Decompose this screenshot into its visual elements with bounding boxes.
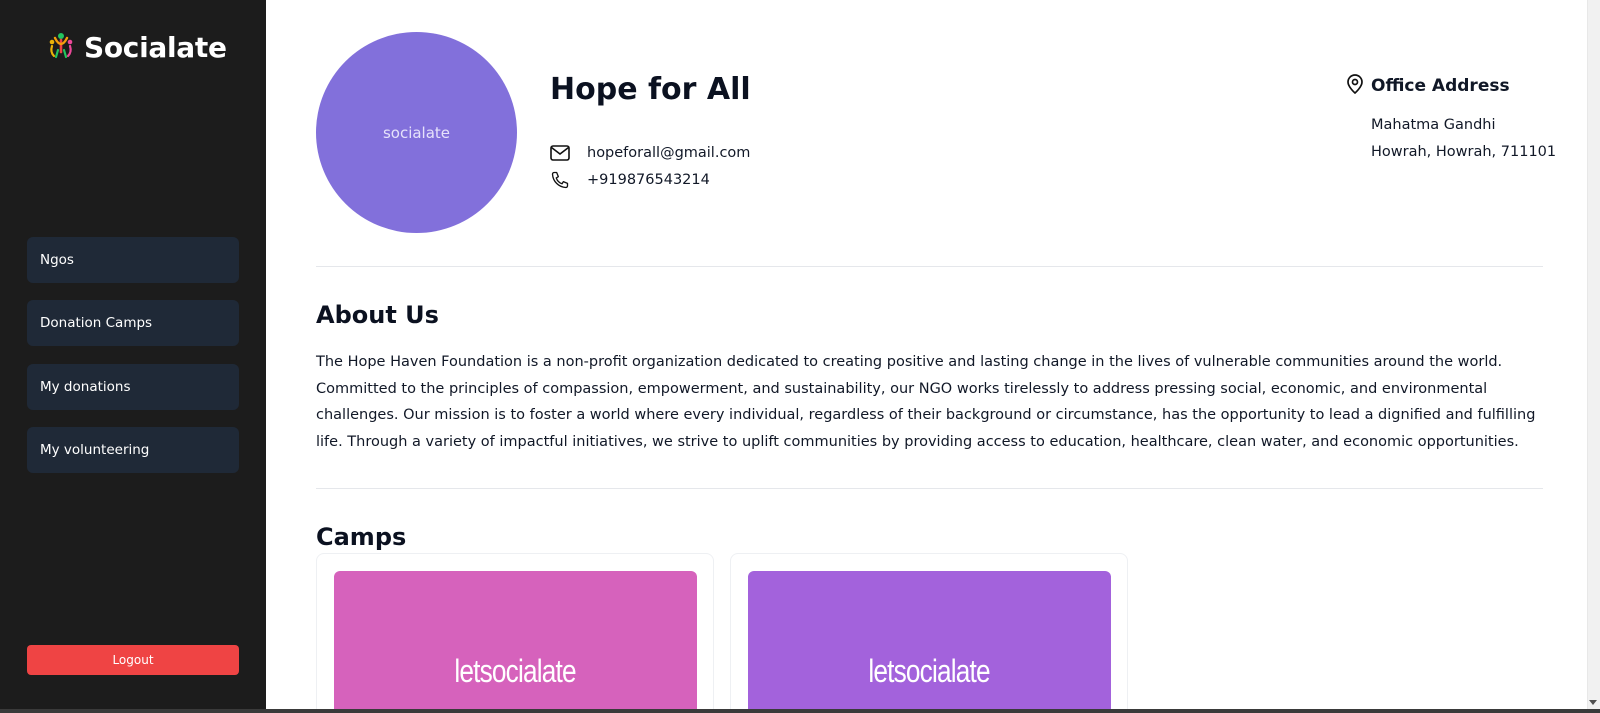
email-text[interactable]: hopeforall@gmail.com [587, 145, 750, 161]
avatar-text: socialate [382, 123, 451, 142]
phone-icon [550, 170, 570, 190]
about-us-text: The Hope Haven Foundation is a non-profi… [316, 354, 1536, 451]
sidebar-item-ngos[interactable]: Ngos [27, 237, 239, 283]
vertical-scrollbar[interactable] [1587, 0, 1600, 709]
office-address-title: Office Address [1371, 76, 1510, 96]
brand-name: Socialate [84, 30, 227, 64]
camp-image-text: letsocialate [454, 652, 577, 689]
sidebar: Socialate Ngos Donation Camps My donatio… [0, 0, 266, 709]
camp-image-text: letsocialate [868, 652, 991, 689]
address-line-1: Mahatma Gandhi [1371, 117, 1496, 133]
phone-text[interactable]: +919876543214 [587, 172, 710, 188]
scroll-down-arrow-icon[interactable] [1589, 700, 1597, 705]
email-row: hopeforall@gmail.com [550, 143, 750, 163]
logout-button[interactable]: Logout [27, 645, 239, 675]
phone-row: +919876543214 [550, 170, 710, 190]
camp-image[interactable]: letsocialate [748, 571, 1111, 713]
main-content: socialate Hope for All hopeforall@gmail.… [266, 0, 1600, 713]
page-title: Hope for All [550, 72, 751, 107]
address-line-2: Howrah, Howrah, 711101 [1371, 144, 1557, 160]
avatar: socialate [316, 32, 517, 233]
people-celebrate-icon [46, 30, 76, 64]
location-pin-icon [1346, 74, 1364, 98]
divider [316, 266, 1543, 267]
taskbar-edge [0, 709, 1600, 713]
about-us-title: About Us [316, 301, 439, 329]
camp-card[interactable]: letsocialate [316, 553, 714, 713]
sidebar-item-my-volunteering[interactable]: My volunteering [27, 427, 239, 473]
sidebar-item-my-donations[interactable]: My donations [27, 364, 239, 410]
office-address-heading: Office Address [1346, 74, 1510, 98]
brand[interactable]: Socialate [46, 30, 227, 64]
camp-card[interactable]: letsocialate [730, 553, 1128, 713]
mail-icon [550, 143, 570, 163]
camps-title: Camps [316, 523, 407, 551]
camp-image[interactable]: letsocialate [334, 571, 697, 713]
divider [316, 488, 1543, 489]
sidebar-item-donation-camps[interactable]: Donation Camps [27, 300, 239, 346]
